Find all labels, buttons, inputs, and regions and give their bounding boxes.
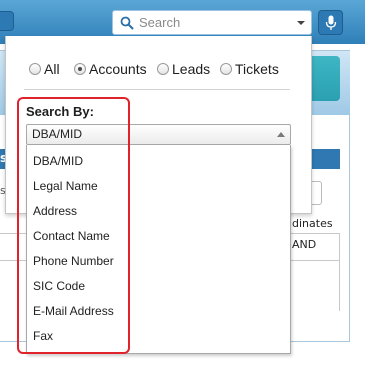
radio-selected-dot <box>78 67 82 71</box>
caret-up-icon[interactable] <box>277 132 285 137</box>
radio-button[interactable] <box>29 63 41 75</box>
caret-down-icon[interactable] <box>297 21 305 25</box>
menu-button[interactable] <box>0 11 14 31</box>
partial-label-coordinates: dinates <box>292 217 333 230</box>
radio-label: Leads <box>172 61 211 77</box>
radio-button[interactable] <box>220 63 232 75</box>
radio-label: Accounts <box>89 61 147 77</box>
search-icon <box>120 16 134 30</box>
radio-button[interactable] <box>157 63 169 75</box>
search-box[interactable]: Search <box>112 10 312 35</box>
radio-label: All <box>44 61 60 77</box>
divider <box>24 89 290 90</box>
search-placeholder: Search <box>139 15 181 30</box>
voice-search-button[interactable] <box>318 10 343 35</box>
radio-button[interactable] <box>74 63 86 75</box>
annotation-highlight <box>17 97 130 354</box>
microphone-icon <box>325 15 337 30</box>
radio-label: Tickets <box>235 61 279 77</box>
partial-label-and: AND <box>292 238 317 251</box>
divider <box>339 233 340 311</box>
